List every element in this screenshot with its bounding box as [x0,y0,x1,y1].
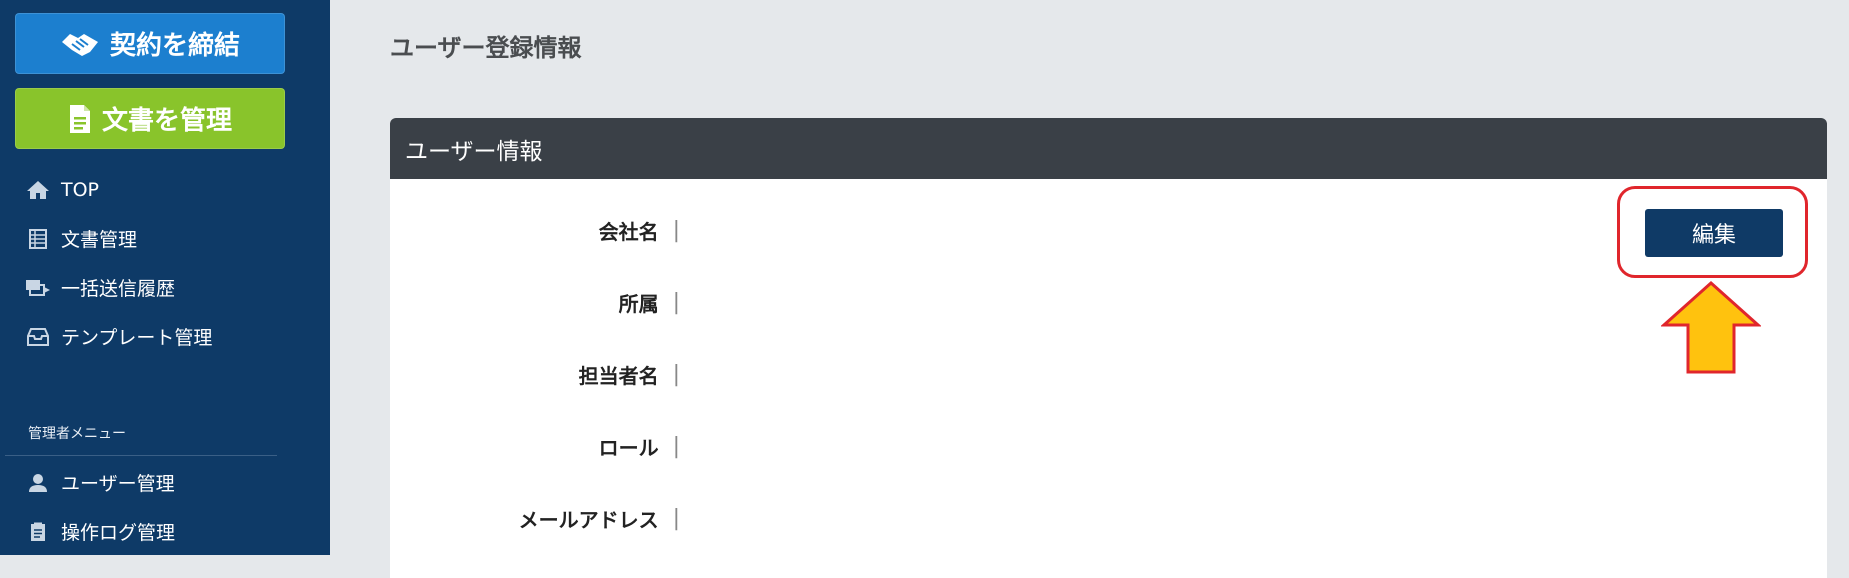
user-icon [25,472,51,494]
field-separator: | [672,218,680,243]
edit-button[interactable]: 編集 [1645,209,1783,257]
divider [5,455,277,456]
contract-button[interactable]: 契約を締結 [15,13,285,74]
admin-menu-heading: 管理者メニュー [28,426,126,442]
document-icon [68,104,92,134]
home-icon [25,179,51,201]
docs-button-label: 文書を管理 [101,106,232,136]
field-label: 所属 [618,292,659,316]
nav-item-label: TOP [61,178,100,201]
log-doc-icon [25,521,51,543]
field-separator: | [672,434,680,459]
pointer-arrow-icon [1660,280,1762,379]
main-nav: TOP 文書管理 一括送信履歴 テンプレート管理 [0,165,330,361]
nav-item-label: テンプレート管理 [61,327,213,349]
template-box-icon [25,326,51,348]
nav-item-label: 文書管理 [61,229,138,251]
field-contact-name: 担当者名 | [390,360,680,389]
nav-item-templates[interactable]: テンプレート管理 [0,312,330,361]
docs-button[interactable]: 文書を管理 [15,88,285,149]
field-separator: | [672,290,680,315]
contract-button-label: 契約を締結 [109,31,240,61]
sidebar: 契約を締結 文書を管理 TOP 文書管理 一括送信履歴 テンプレート管理 管理者… [0,0,330,555]
field-department: 所属 | [390,288,680,317]
field-label: ロール [598,436,659,460]
field-label: メールアドレス [518,508,659,532]
field-email: メールアドレス | [390,504,680,533]
field-separator: | [672,362,680,387]
field-separator: | [672,506,680,531]
grid-doc-icon [25,228,51,250]
handshake-icon [60,28,100,60]
nav-item-label: 一括送信履歴 [61,278,176,300]
nav-item-operation-log[interactable]: 操作ログ管理 [0,507,330,556]
nav-item-top[interactable]: TOP [0,165,330,214]
batch-send-icon [25,277,51,299]
nav-item-documents[interactable]: 文書管理 [0,214,330,263]
user-info-panel: ユーザー情報 会社名 | 所属 | 担当者名 | ロール | メールアドレス | [390,118,1827,578]
nav-item-user-management[interactable]: ユーザー管理 [0,458,330,507]
page-title: ユーザー登録情報 [390,34,582,62]
field-label: 会社名 [598,220,659,244]
field-label: 担当者名 [578,364,659,388]
admin-nav: ユーザー管理 操作ログ管理 [0,458,330,556]
field-role: ロール | [390,432,680,461]
nav-item-label: 操作ログ管理 [61,522,176,544]
nav-item-batch-history[interactable]: 一括送信履歴 [0,263,330,312]
panel-header: ユーザー情報 [390,118,1827,179]
nav-item-label: ユーザー管理 [61,473,175,495]
field-company-name: 会社名 | [390,216,680,245]
